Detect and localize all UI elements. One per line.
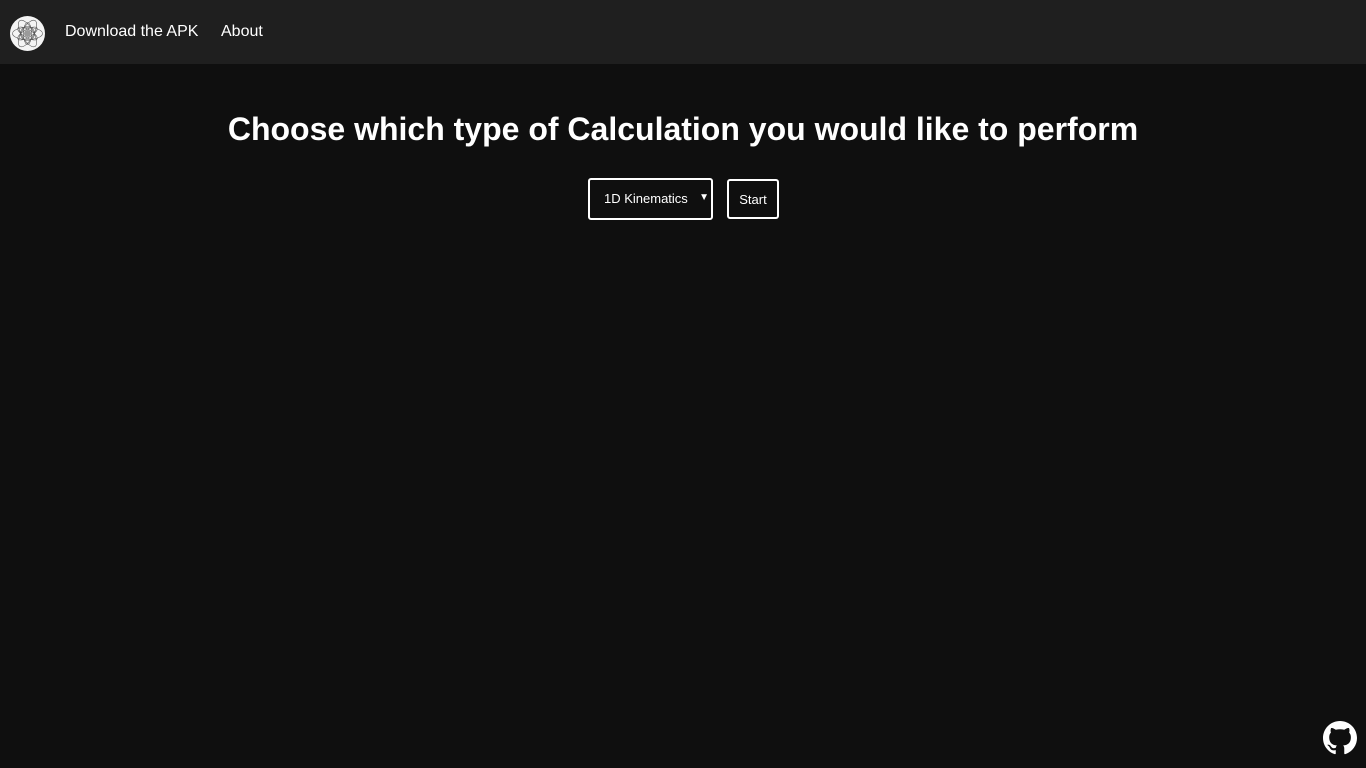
dropdown-arrow-icon: ▼: [699, 192, 709, 203]
calculation-type-select[interactable]: 1D Kinematics ▼: [588, 178, 713, 220]
nav-about-link[interactable]: About: [221, 0, 263, 64]
navbar: Download the APK About: [0, 0, 1366, 64]
start-button[interactable]: Start: [727, 179, 779, 219]
atom-logo-icon[interactable]: [10, 16, 45, 51]
calculation-type-selected-value: 1D Kinematics: [604, 191, 688, 206]
page-title: Choose which type of Calculation you wou…: [227, 111, 1139, 147]
nav-download-apk-link[interactable]: Download the APK: [65, 0, 198, 64]
github-icon[interactable]: [1323, 721, 1357, 755]
